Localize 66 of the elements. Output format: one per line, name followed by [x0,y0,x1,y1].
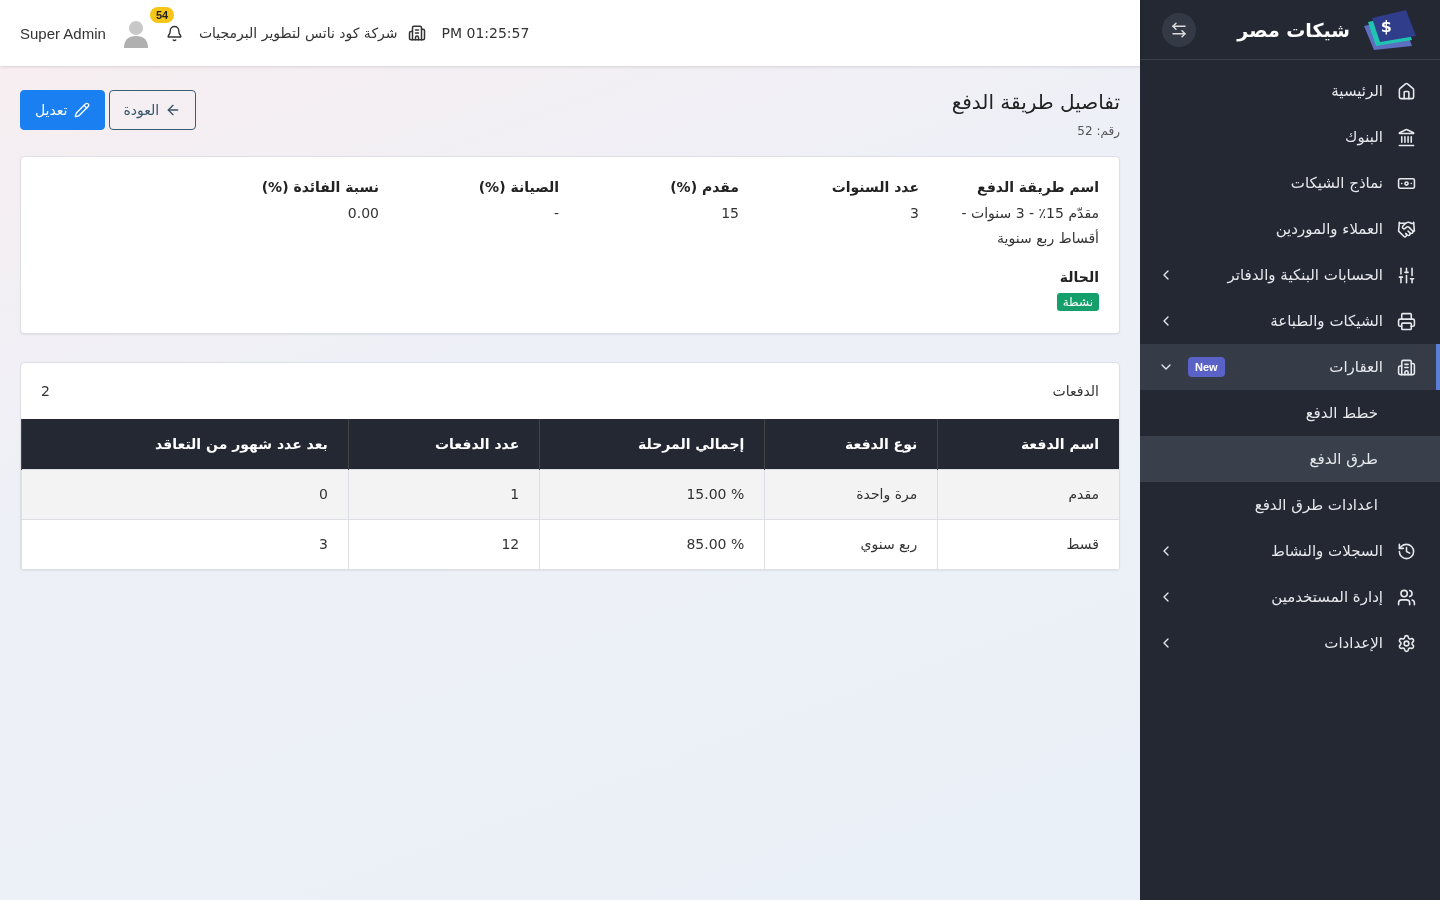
sidebar-item[interactable]: السجلات والنشاط [1140,528,1440,574]
table-cell: ربع سنوي [764,519,938,569]
swap-icon [1170,20,1188,39]
column-header: إجمالي المرحلة [539,419,765,469]
field-value: 0.00 [346,204,379,223]
table-cell: 1 [348,469,540,519]
table-cell: 12 [348,519,540,569]
status-badge: نشطة [1056,293,1099,311]
table-cell: % 15.00 [539,469,765,519]
record-number: رقم: 52 [1076,124,1120,138]
sidebar-item[interactable]: الحسابات البنكية والدفاتر [1140,252,1440,298]
menu-icon [1397,81,1416,101]
company-name: شركة كود ناتس لتطوير البرمجيات [198,25,398,41]
user-name: Super Admin [20,24,106,42]
notification-count: 54 [149,6,175,23]
field-label: الحالة [1058,269,1099,285]
submenu-item[interactable]: طرق الدفع [1140,436,1440,482]
field-value: مقدّم 15٪ - 3 سنوات - أقساط ربع سنوية [960,204,1099,249]
menu-icon [1397,219,1416,239]
column-header: اسم الدفعة [937,419,1119,469]
field-label: مقدم (%) [669,179,739,195]
menu-icon [1397,265,1416,285]
field-value: 3 [909,204,919,223]
clock: PM 01:25:57 [441,25,531,41]
menu-icon [1397,633,1416,653]
table-cell: قسط [937,519,1119,569]
bell-icon[interactable] [165,24,183,42]
edit-button[interactable]: تعديل [20,90,105,130]
sidebar-item[interactable]: العملاء والموردين [1140,206,1440,252]
sidebar-toggle-button[interactable] [1162,12,1196,47]
new-badge: New [1188,357,1225,377]
menu-icon [1397,587,1416,607]
building-icon [407,24,426,42]
page-title: تفاصيل طريقة الدفع [951,90,1120,114]
pencil-icon [73,102,90,118]
field-label: اسم طريقة الدفع [976,179,1099,195]
sidebar-item[interactable]: نماذج الشيكات [1140,160,1440,206]
column-header: عدد الدفعات [348,419,540,469]
sidebar-item[interactable]: إدارة المستخدمين [1140,574,1440,620]
menu-icon [1397,311,1416,331]
sidebar-item[interactable]: الرئيسية [1140,68,1440,114]
menu-icon [1397,541,1416,561]
submenu-item[interactable]: اعدادات طرق الدفع [1140,482,1440,528]
sidebar-item[interactable]: البنوك [1140,114,1440,160]
table-cell: 3 [21,519,349,569]
table-cell: مقدم [937,469,1119,519]
field-value: 15 [720,204,739,223]
field-label: الصيانة (%) [477,179,559,195]
card-title: الدفعات [1052,383,1099,399]
menu-icon [1397,357,1416,377]
column-header: بعد عدد شهور من التعاقد [21,419,349,469]
sidebar-item[interactable]: الشيكات والطباعة [1140,298,1440,344]
field-value: - [552,204,559,223]
avatar-icon [121,18,150,48]
column-header: نوع الدفعة [764,419,938,469]
back-button[interactable]: العودة [108,90,197,130]
field-label: عدد السنوات [830,179,919,195]
payment-count: 2 [41,383,50,399]
table-cell: مرة واحدة [764,469,938,519]
field-label: نسبة الفائدة (%) [260,179,379,195]
table-cell: 0 [21,469,349,519]
table-cell: % 85.00 [539,519,765,569]
sidebar-item[interactable]: الإعدادات [1140,620,1440,666]
brand-name: شيكات مصر [1235,18,1350,41]
menu-icon [1397,127,1416,147]
submenu-item[interactable]: خطط الدفع [1140,390,1440,436]
